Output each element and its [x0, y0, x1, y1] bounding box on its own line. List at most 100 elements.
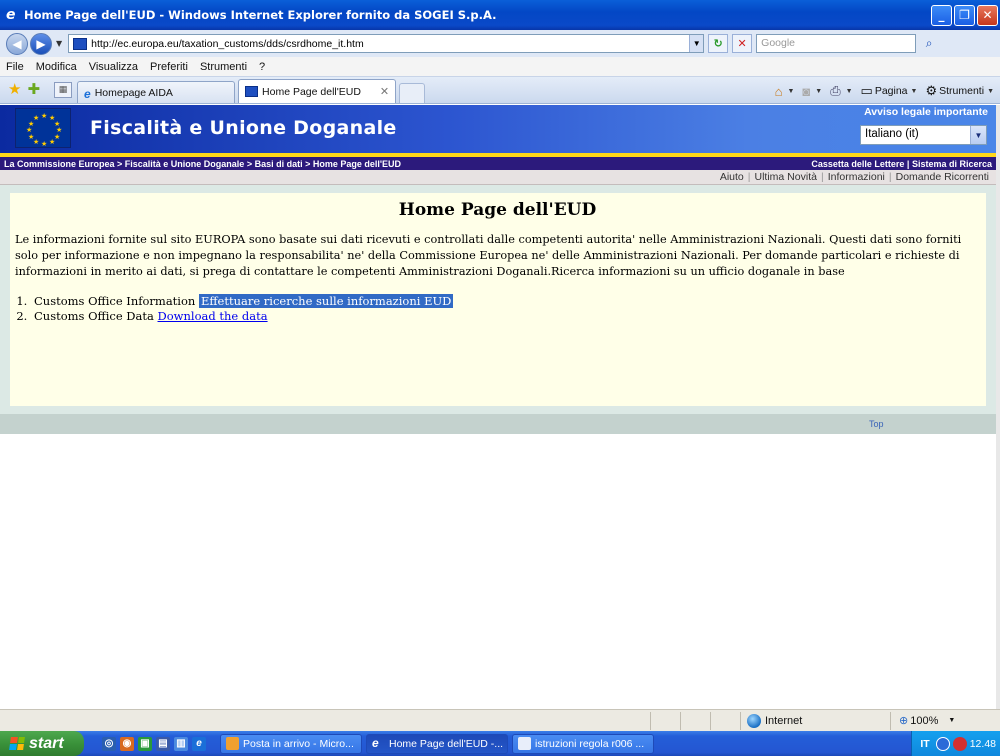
page-favicon-icon: [73, 37, 88, 50]
link-domande-ricorrenti[interactable]: Domande Ricorrenti: [896, 171, 989, 183]
feeds-icon: ◙: [802, 83, 811, 99]
window-title-bar[interactable]: e Home Page dell'EUD - Windows Internet …: [0, 0, 1000, 30]
home-button[interactable]: ⌂ ▼: [775, 84, 795, 99]
language-select[interactable]: Italiano (it) ▼: [860, 125, 987, 145]
ie-icon: e: [6, 7, 16, 23]
zoom-icon: ⊕: [899, 715, 909, 727]
feeds-button[interactable]: ◙ ▼: [802, 84, 822, 99]
print-button[interactable]: ⎙ ▼: [830, 83, 852, 99]
list-item: Customs Office Data Download the data: [31, 309, 980, 324]
back-button[interactable]: ◀: [6, 32, 28, 55]
address-field[interactable]: http://ec.europa.eu/taxation_customs/dds…: [68, 34, 705, 53]
search-input[interactable]: Google: [756, 34, 917, 53]
minimize-button[interactable]: _: [931, 4, 952, 26]
main-content: Home Page dell'EUD Le informazioni forni…: [10, 193, 986, 406]
eu-favicon-icon: [245, 86, 259, 97]
quick-tabs-icon[interactable]: ▦: [54, 82, 73, 98]
chevron-down-icon[interactable]: ▼: [970, 126, 986, 144]
windows-logo-icon: [9, 737, 25, 750]
new-tab-button[interactable]: [399, 83, 426, 103]
language-value: Italiano (it): [865, 128, 919, 140]
site-banner: ★ ★ ★ ★ ★ ★ ★ ★ ★ ★ ★ ★ Fiscalità e Unio…: [0, 105, 996, 153]
menu-help[interactable]: ?: [259, 61, 265, 73]
search-icon[interactable]: ⌕: [918, 34, 940, 53]
ie-icon: e: [372, 736, 379, 750]
home-icon: ⌂: [774, 83, 783, 99]
page-menu-button[interactable]: ▭ Pagina ▼: [861, 83, 918, 99]
gear-icon: ⚙: [925, 83, 938, 98]
page-viewport: ★ ★ ★ ★ ★ ★ ★ ★ ★ ★ ★ ★ Fiscalità e Unio…: [0, 105, 996, 709]
tab-bar: ★ ✚ ▦ e Homepage AIDA Home Page dell'EUD…: [0, 77, 1000, 104]
quick-launch-icon[interactable]: ◎: [102, 736, 116, 751]
window-title: Home Page dell'EUD - Windows Internet Ex…: [24, 8, 497, 22]
document-icon: [518, 737, 531, 750]
list-item: Customs Office Information Effettuare ri…: [31, 294, 980, 309]
taskbar: start ◎ ◉ ▣ ▤ ▥ e Posta in arrivo - Micr…: [0, 731, 1000, 756]
system-tray: IT 12.48: [911, 731, 1000, 756]
outlook-icon: [226, 737, 239, 750]
url-text[interactable]: http://ec.europa.eu/taxation_customs/dds…: [91, 38, 689, 50]
breadcrumb-text[interactable]: La Commissione Europea > Fiscalità e Uni…: [4, 159, 401, 169]
site-title: Fiscalità e Unione Doganale: [90, 117, 397, 139]
security-zone[interactable]: Internet: [740, 711, 890, 730]
quick-launch-icon[interactable]: ▤: [156, 736, 170, 751]
menu-strumenti[interactable]: Strumenti: [200, 61, 247, 73]
chevron-down-icon[interactable]: ▼: [948, 717, 955, 724]
menu-visualizza[interactable]: Visualizza: [89, 61, 138, 73]
options-list: Customs Office Information Effettuare ri…: [31, 294, 980, 324]
refresh-button[interactable]: ↻: [708, 34, 729, 53]
ie-icon: e: [84, 87, 91, 101]
eu-flag-logo: ★ ★ ★ ★ ★ ★ ★ ★ ★ ★ ★ ★: [15, 108, 71, 148]
address-toolbar: ◀ ▶ ▼ http://ec.europa.eu/taxation_custo…: [0, 30, 1000, 57]
quick-launch-icon[interactable]: ▣: [138, 736, 152, 751]
stop-button[interactable]: ✕: [732, 34, 753, 53]
taskbar-item-word[interactable]: istruzioni regola r006 ...: [512, 733, 654, 754]
utility-links: Aiuto | Ultima Novità | Informazioni | Doma…: [0, 170, 996, 185]
tab-home-page-eud[interactable]: Home Page dell'EUD ✕: [238, 79, 397, 103]
address-dropdown-icon[interactable]: ▼: [689, 35, 704, 52]
disclaimer-text: Le informazioni fornite sul sito EUROPA …: [15, 233, 962, 278]
menu-modifica[interactable]: Modifica: [36, 61, 77, 73]
page-title: Home Page dell'EUD: [398, 200, 597, 220]
legal-notice-link[interactable]: Avviso legale importante: [864, 106, 988, 118]
add-favorites-icon[interactable]: ✚: [27, 80, 40, 98]
forward-button[interactable]: ▶: [30, 32, 52, 55]
history-dropdown-icon[interactable]: ▼: [56, 39, 62, 48]
ie-icon[interactable]: e: [192, 736, 206, 751]
taskbar-item-ie[interactable]: e Home Page dell'EUD -...: [366, 733, 508, 754]
link-ultima-novita[interactable]: Ultima Novità: [755, 171, 817, 183]
link-aiuto[interactable]: Aiuto: [720, 171, 744, 183]
back-arrow-icon[interactable]: [935, 736, 950, 751]
start-button[interactable]: start: [0, 731, 84, 756]
page-icon: ▭: [860, 83, 873, 98]
menu-bar: File Modifica Visualizza Preferiti Strum…: [0, 57, 1000, 77]
download-data-link[interactable]: Download the data: [158, 309, 268, 323]
zoom-level[interactable]: ⊕ 100% ▼: [890, 711, 968, 730]
close-tab-icon[interactable]: ✕: [380, 85, 389, 98]
top-links[interactable]: Cassetta delle Lettere | Sistema di Rice…: [811, 159, 992, 169]
quick-launch-icon[interactable]: ◉: [120, 736, 134, 751]
status-bar: Internet ⊕ 100% ▼: [0, 709, 1000, 731]
taskbar-item-outlook[interactable]: Posta in arrivo - Micro...: [220, 733, 362, 754]
clock[interactable]: 12.48: [970, 738, 996, 750]
globe-icon: [747, 713, 761, 728]
tools-menu-button[interactable]: ⚙ Strumenti ▼: [925, 83, 994, 99]
command-bar: ⌂ ▼ ◙ ▼ ⎙ ▼ ▭ Pagina ▼ ⚙ Strumenti ▼: [767, 79, 994, 103]
breadcrumb: La Commissione Europea > Fiscalità e Uni…: [0, 157, 996, 170]
favorites-star-icon[interactable]: ★: [8, 80, 21, 98]
tab-label: Homepage AIDA: [94, 86, 173, 99]
quick-launch-icon[interactable]: ▥: [174, 736, 188, 751]
vertical-scrollbar[interactable]: [996, 105, 1000, 709]
link-informazioni[interactable]: Informazioni: [828, 171, 885, 183]
menu-file[interactable]: File: [6, 61, 24, 73]
content-frame: Home Page dell'EUD Le informazioni forni…: [0, 185, 996, 414]
search-eud-link[interactable]: Effettuare ricerche sulle informazioni E…: [198, 294, 454, 308]
maximize-button[interactable]: ❐: [954, 4, 975, 26]
antivirus-icon[interactable]: [952, 736, 967, 751]
tab-homepage-aida[interactable]: e Homepage AIDA: [77, 81, 236, 103]
menu-preferiti[interactable]: Preferiti: [150, 61, 188, 73]
close-button[interactable]: ✕: [977, 4, 998, 26]
footer-bar: Top: [0, 414, 996, 434]
language-indicator[interactable]: IT: [920, 738, 929, 750]
top-link[interactable]: Top: [869, 419, 884, 429]
